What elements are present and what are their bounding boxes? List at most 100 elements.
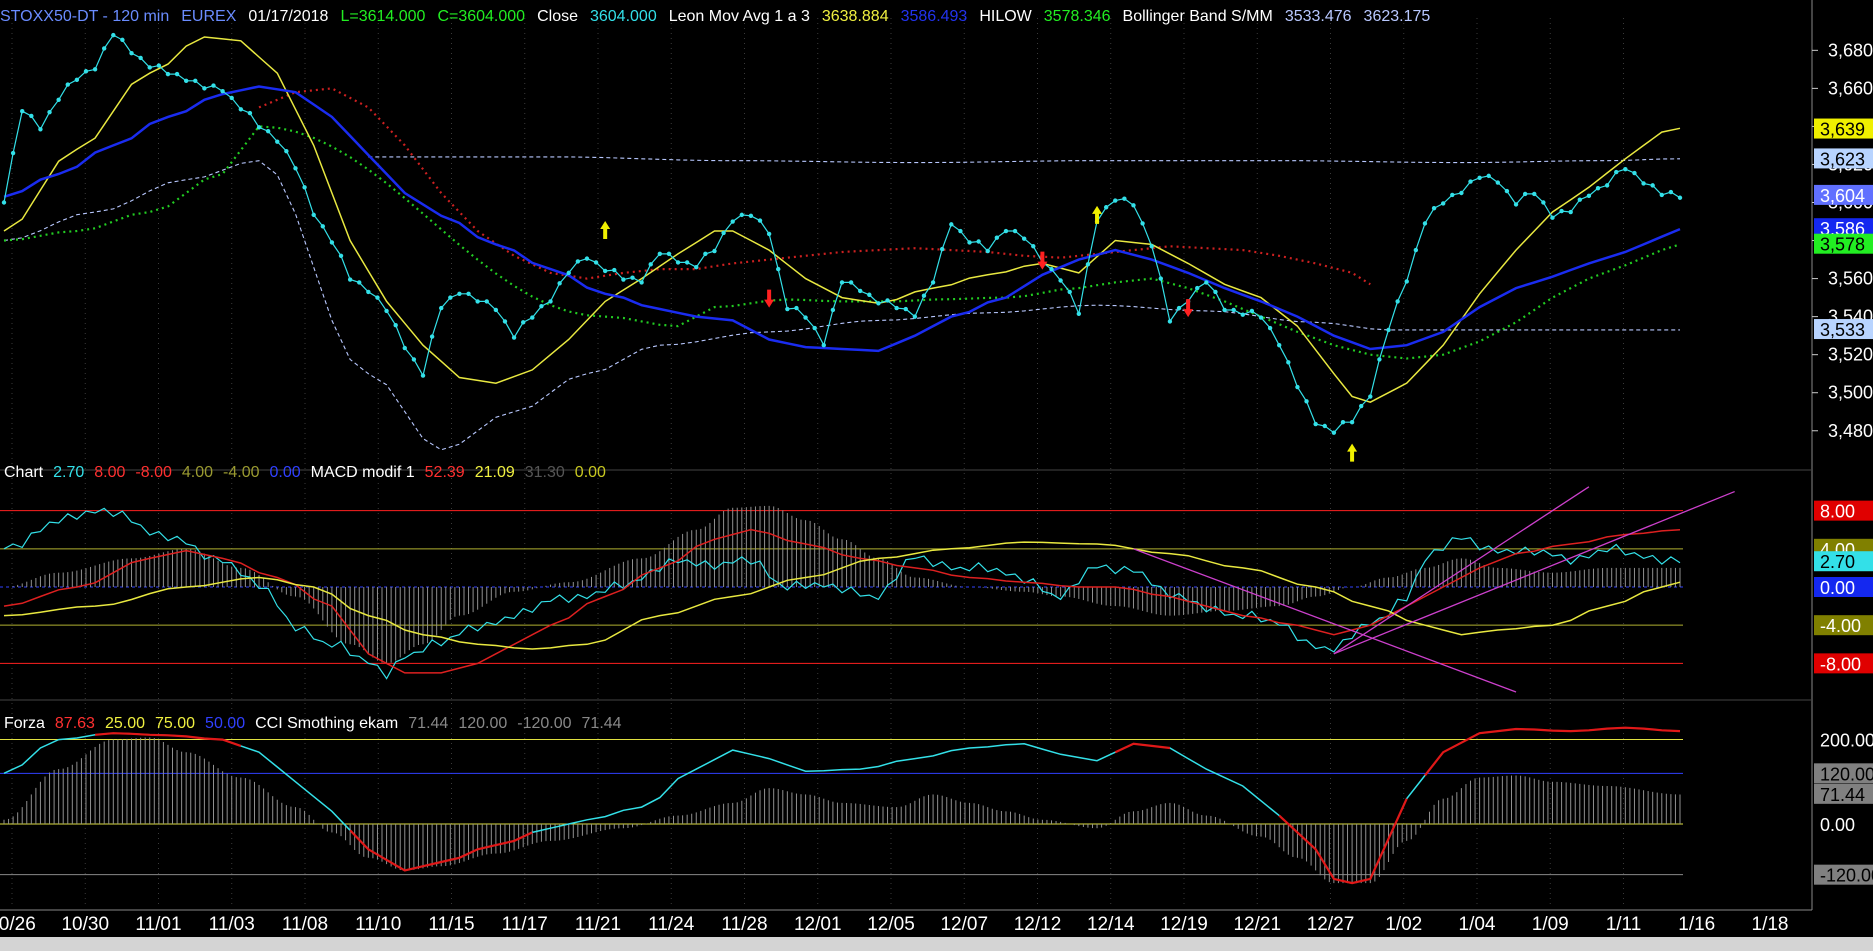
data-point [502, 319, 508, 324]
data-point [1404, 279, 1409, 284]
data-point [1031, 244, 1036, 249]
legend-item: -120.00 [517, 715, 571, 732]
legend-item: 2.70 [53, 464, 84, 481]
header-item: 3586.493 [901, 8, 968, 25]
x-tick-label: 11/10 [355, 914, 401, 935]
data-point [1504, 188, 1510, 194]
data-point [921, 293, 927, 298]
data-point [466, 291, 471, 297]
data-point [703, 251, 708, 257]
data-point [730, 219, 735, 224]
data-point [10, 150, 16, 156]
data-point [1231, 307, 1236, 313]
data-point [1158, 276, 1164, 281]
legend-item: Chart [4, 464, 44, 481]
x-tick-label: 11/24 [648, 914, 695, 935]
data-point [256, 125, 262, 130]
data-point [129, 50, 134, 56]
value-marker-label: 2.70 [1820, 552, 1855, 572]
data-point [1258, 315, 1264, 320]
data-point [83, 69, 89, 74]
legend-item: 71.44 [408, 715, 448, 732]
x-tick-label: 11/01 [135, 914, 181, 935]
data-point [193, 78, 198, 83]
data-point [1067, 289, 1072, 295]
data-point [1103, 205, 1109, 210]
data-point [1650, 183, 1655, 188]
header-item: Leon Mov Avg 1 a 3 [669, 8, 810, 25]
legend-item: 4.00 [182, 464, 213, 481]
header-item: 3533.476 [1285, 8, 1352, 25]
data-point [1386, 327, 1391, 333]
data-point [1076, 311, 1082, 316]
data-point [1213, 289, 1218, 295]
data-point [1049, 266, 1054, 272]
data-point [202, 86, 207, 91]
data-point [602, 268, 608, 274]
legend-item: -4.00 [223, 464, 260, 481]
data-point [411, 357, 417, 362]
x-tick-label: 12/21 [1233, 914, 1281, 935]
data-point [211, 83, 216, 88]
data-point [1586, 193, 1592, 199]
legend-item: 87.63 [55, 715, 95, 732]
x-tick-label: 11/15 [428, 914, 474, 935]
data-point [1595, 186, 1601, 191]
data-point [1358, 403, 1364, 409]
data-point [1486, 173, 1491, 179]
x-tick-label: 11/08 [282, 914, 328, 935]
data-point [985, 248, 990, 254]
header-item: 3623.175 [1364, 8, 1431, 25]
header-item: 01/17/2018 [248, 8, 328, 25]
data-point [1513, 202, 1519, 207]
data-point [684, 260, 690, 265]
data-point [1340, 420, 1346, 425]
data-point [338, 253, 344, 258]
data-point [530, 315, 535, 320]
value-marker-label: 8.00 [1820, 502, 1855, 522]
data-point [1431, 206, 1437, 211]
data-point [712, 248, 717, 254]
data-point [493, 307, 499, 313]
x-tick-label: 12/14 [1087, 914, 1135, 935]
legend-item: CCI Smothing ekam [255, 715, 398, 732]
data-point [867, 292, 872, 297]
data-point [1286, 360, 1291, 365]
legend-item: 75.00 [155, 715, 195, 732]
data-point [229, 95, 234, 101]
data-point [1614, 169, 1619, 175]
data-point [147, 65, 152, 70]
x-tick-label: 12/27 [1307, 914, 1355, 935]
data-point [47, 109, 52, 115]
data-point [393, 322, 398, 328]
x-tick-label: 11/21 [575, 914, 621, 935]
data-point [794, 305, 799, 311]
data-point [220, 89, 225, 94]
data-point [429, 334, 435, 339]
data-point [1113, 198, 1118, 203]
data-point [912, 314, 918, 319]
value-marker-label: -120.00 [1820, 866, 1873, 886]
data-point [1149, 244, 1154, 249]
data-point [548, 299, 553, 304]
data-point [247, 110, 253, 116]
stock-chart[interactable]: 10/26 10/30 11/01 11/03 11/08 11/10 11/15 11/17… [0, 0, 1873, 951]
data-point [949, 222, 954, 227]
data-point [821, 342, 826, 348]
legend-item: 52.39 [425, 464, 465, 481]
data-point [930, 280, 936, 285]
header-item: 3578.346 [1044, 8, 1111, 25]
data-point [92, 67, 98, 72]
value-marker-label: 3,623 [1820, 149, 1865, 169]
value-marker-label: 71.44 [1820, 785, 1865, 805]
data-point [1331, 430, 1337, 435]
data-point [1377, 357, 1382, 362]
data-point [375, 295, 380, 300]
legend-item: 71.44 [582, 715, 622, 732]
data-point [1550, 215, 1555, 220]
data-point [721, 230, 726, 236]
legend-item: MACD modif 1 [311, 464, 415, 481]
data-point [1440, 201, 1446, 206]
data-point [666, 251, 672, 257]
data-point [1368, 394, 1373, 399]
